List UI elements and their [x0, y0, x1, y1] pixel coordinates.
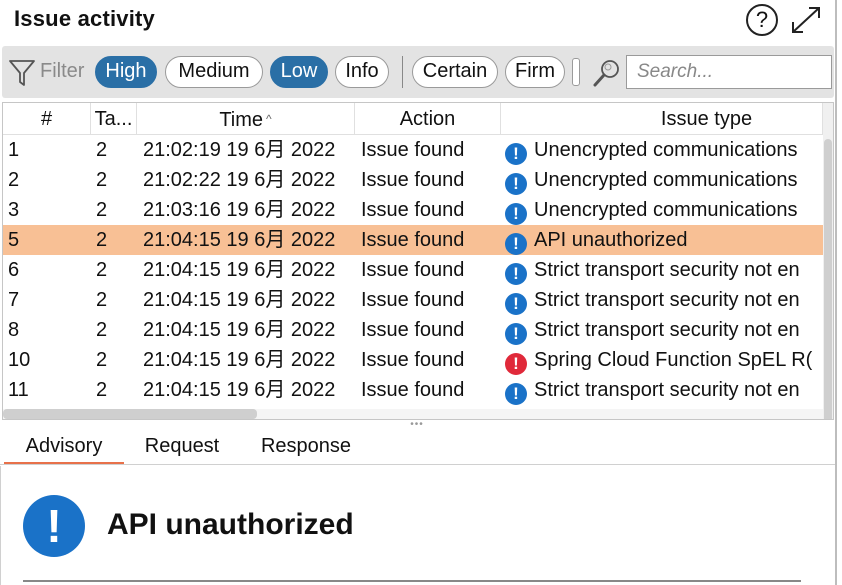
expand-icon[interactable] — [789, 4, 823, 36]
filter-more-toggle[interactable] — [572, 58, 580, 86]
column-header-action[interactable]: Action — [355, 103, 501, 135]
table-row[interactable]: 1 2 21:02:19 19 6月 2022 Issue found ! Une… — [3, 135, 823, 165]
tab-request[interactable]: Request — [134, 432, 230, 464]
high-severity-icon: ! — [505, 353, 527, 375]
info-severity-icon: ! — [505, 233, 527, 255]
filter-firm-toggle[interactable]: Firm — [505, 56, 565, 88]
column-header-issue-type[interactable]: Issue type — [501, 103, 823, 135]
advisory-panel: ! API unauthorized — [0, 466, 836, 585]
issue-table: # Ta... Time ^ Action Issue type 1 2 21:0… — [2, 102, 834, 420]
info-severity-icon: ! — [505, 143, 527, 165]
info-severity-icon: ! — [505, 383, 527, 405]
table-row[interactable]: 3 2 21:03:16 19 6月 2022 Issue found ! Une… — [3, 195, 823, 225]
table-row[interactable]: 11 2 21:04:15 19 6月 2022 Issue found ! St… — [3, 375, 823, 405]
filter-icon[interactable] — [8, 58, 36, 88]
horizontal-scrollbar-thumb[interactable] — [3, 409, 257, 419]
window-edge — [835, 0, 837, 585]
table-row[interactable]: 7 2 21:04:15 19 6月 2022 Issue found ! Str… — [3, 285, 823, 315]
info-severity-icon: ! — [505, 203, 527, 225]
table-row[interactable]: 6 2 21:04:15 19 6月 2022 Issue found ! Str… — [3, 255, 823, 285]
filter-low-toggle[interactable]: Low — [270, 56, 328, 88]
table-header: # Ta... Time ^ Action Issue type — [3, 103, 833, 135]
column-header-number[interactable]: # — [3, 103, 91, 135]
info-severity-large-icon: ! — [23, 495, 85, 557]
filter-certain-toggle[interactable]: Certain — [412, 56, 498, 88]
tab-response[interactable]: Response — [250, 432, 362, 464]
filter-medium-toggle[interactable]: Medium — [165, 56, 263, 88]
info-severity-icon: ! — [505, 293, 527, 315]
table-row[interactable]: 8 2 21:04:15 19 6月 2022 Issue found ! Str… — [3, 315, 823, 345]
info-severity-icon: ! — [505, 263, 527, 285]
header: Issue activity ? — [0, 0, 842, 40]
filter-bar: Filter High Medium Low Info Certain Firm — [2, 46, 834, 98]
table-row-selected[interactable]: 5 2 21:04:15 19 6月 2022 Issue found ! API… — [3, 225, 823, 255]
column-header-task[interactable]: Ta... — [91, 103, 137, 135]
table-row[interactable]: 2 2 21:02:22 19 6月 2022 Issue found ! Une… — [3, 165, 823, 195]
advisory-divider — [23, 580, 801, 582]
filter-label: Filter — [40, 60, 85, 82]
vertical-scrollbar-thumb[interactable] — [824, 139, 832, 419]
info-severity-icon: ! — [505, 323, 527, 345]
info-severity-icon: ! — [505, 173, 527, 195]
column-header-time[interactable]: Time ^ — [137, 103, 355, 135]
table-row[interactable]: 10 2 21:04:15 19 6月 2022 Issue found ! Sp… — [3, 345, 823, 375]
help-icon[interactable]: ? — [746, 4, 778, 36]
filter-high-toggle[interactable]: High — [95, 56, 157, 88]
search-input[interactable] — [626, 55, 832, 89]
advisory-title: API unauthorized — [107, 508, 354, 541]
tab-advisory[interactable]: Advisory — [4, 432, 124, 464]
detail-tabs: Advisory Request Response — [0, 428, 836, 465]
filter-info-toggle[interactable]: Info — [335, 56, 389, 88]
search-icon[interactable] — [592, 58, 622, 88]
filter-divider — [402, 56, 403, 88]
panel-title: Issue activity — [14, 6, 155, 31]
sort-ascending-icon: ^ — [266, 112, 272, 126]
